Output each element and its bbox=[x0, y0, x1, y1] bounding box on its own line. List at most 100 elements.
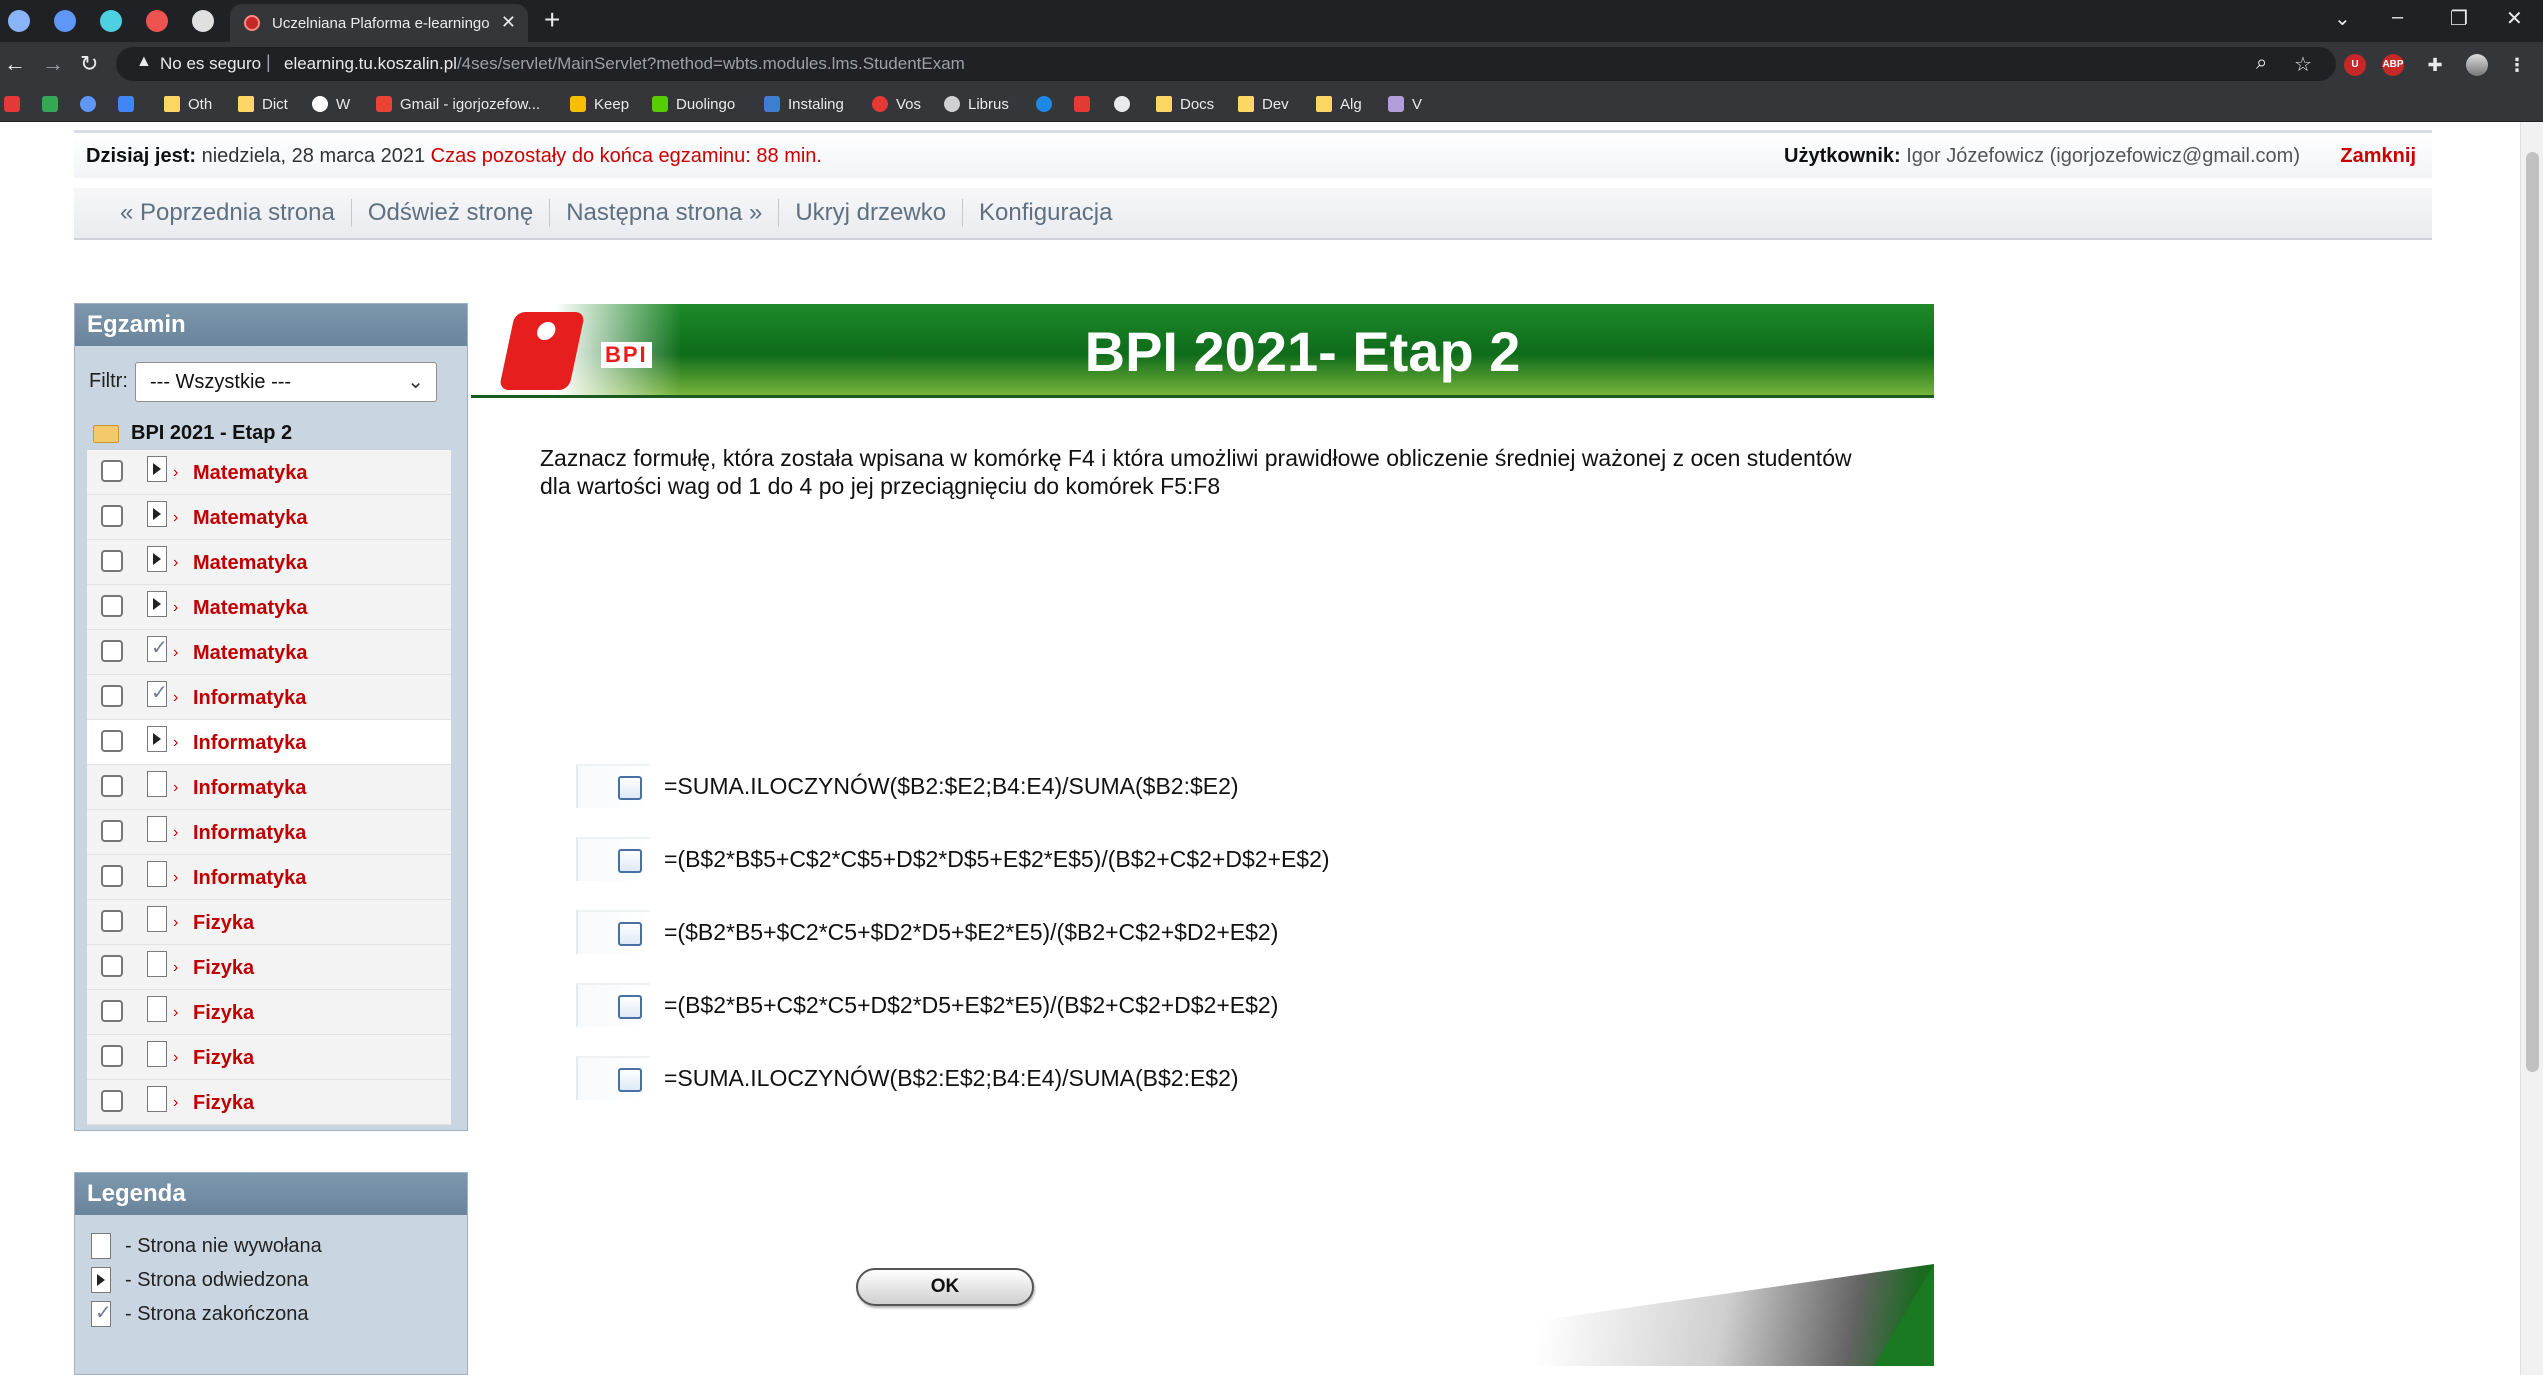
answer-option[interactable]: =(B$2*B$5+C$2*C$5+D$2*D$5+E$2*E$5)/(B$2+… bbox=[576, 837, 1330, 881]
answer-checkbox[interactable] bbox=[618, 1068, 642, 1092]
bookmark-maps[interactable] bbox=[42, 94, 66, 114]
active-tab[interactable]: Uczelniana Plaforma e-learningo ✕ bbox=[230, 4, 528, 42]
page-checkbox[interactable] bbox=[101, 1090, 123, 1112]
new-tab-icon[interactable]: + bbox=[544, 4, 560, 36]
prev-page-link[interactable]: « Poprzednia strona bbox=[104, 199, 352, 227]
page-checkbox[interactable] bbox=[101, 820, 123, 842]
bookmark-keep[interactable]: Keep bbox=[570, 94, 629, 114]
page-checkbox[interactable] bbox=[101, 550, 123, 572]
bookmark-star-icon[interactable]: ☆ bbox=[2294, 52, 2312, 77]
exam-page-label[interactable]: Matematyka bbox=[193, 642, 308, 665]
exam-page-row[interactable]: › Informatyka bbox=[87, 720, 451, 765]
exam-page-label[interactable]: Matematyka bbox=[193, 462, 308, 485]
hide-tree-link[interactable]: Ukryj drzewko bbox=[779, 199, 964, 227]
address-bar[interactable]: ▲ No es seguro | elearning.tu.koszalin.p… bbox=[116, 47, 2336, 81]
bookmark-gmail[interactable]: Gmail - igorjozefow... bbox=[376, 94, 540, 114]
exam-page-row[interactable]: › Informatyka bbox=[87, 855, 451, 900]
bookmark-github[interactable] bbox=[1114, 94, 1138, 114]
exam-page-row[interactable]: › Fizyka bbox=[87, 900, 451, 945]
exam-page-label[interactable]: Matematyka bbox=[193, 507, 308, 530]
pinned-tab-icon[interactable] bbox=[8, 10, 30, 32]
scrollbar-thumb[interactable] bbox=[2526, 152, 2539, 1072]
close-tab-icon[interactable]: ✕ bbox=[501, 12, 516, 33]
exam-page-label[interactable]: Informatyka bbox=[193, 687, 306, 710]
exam-page-row[interactable]: › Matematyka bbox=[87, 630, 451, 675]
answer-option[interactable]: =(B$2*B5+C$2*C5+D$2*D5+E$2*E5)/(B$2+C$2+… bbox=[576, 983, 1278, 1027]
bookmark-star[interactable] bbox=[1074, 94, 1098, 114]
exam-page-label[interactable]: Fizyka bbox=[193, 912, 254, 935]
pinned-tab-icon[interactable] bbox=[100, 10, 122, 32]
page-scrollbar[interactable] bbox=[2520, 122, 2543, 1375]
bookmark-dict[interactable]: Dict bbox=[238, 94, 288, 114]
exam-page-label[interactable]: Fizyka bbox=[193, 1092, 254, 1115]
exam-page-label[interactable]: Informatyka bbox=[193, 732, 306, 755]
bookmark-instaling[interactable]: Instaling bbox=[764, 94, 844, 114]
exam-page-label[interactable]: Informatyka bbox=[193, 777, 306, 800]
close-link[interactable]: Zamknij bbox=[2340, 145, 2416, 168]
answer-option[interactable]: =SUMA.ILOCZYNÓW($B2:$E2;B4:E4)/SUMA($B2:… bbox=[576, 764, 1239, 808]
bookmark-alg[interactable]: Alg bbox=[1316, 94, 1362, 114]
forward-icon[interactable]: → bbox=[42, 51, 64, 77]
next-page-link[interactable]: Następna strona » bbox=[550, 199, 780, 227]
pinned-tab-icon[interactable] bbox=[192, 10, 214, 32]
page-checkbox[interactable] bbox=[101, 1000, 123, 1022]
bookmark-librus[interactable]: Librus bbox=[944, 94, 1009, 114]
bookmark-w[interactable]: W bbox=[312, 94, 350, 114]
bookmark-dev[interactable]: Dev bbox=[1238, 94, 1289, 114]
page-checkbox[interactable] bbox=[101, 460, 123, 482]
url-text[interactable]: elearning.tu.koszalin.pl/4ses/servlet/Ma… bbox=[284, 54, 965, 74]
exam-page-row[interactable]: › Informatyka bbox=[87, 765, 451, 810]
exam-page-row[interactable]: › Matematyka bbox=[87, 540, 451, 585]
answer-option[interactable]: =($B2*B5+$C2*C5+$D2*D5+$E2*E5)/($B2+C$2+… bbox=[576, 910, 1278, 954]
bookmark-blue[interactable] bbox=[1036, 94, 1060, 114]
reload-icon[interactable]: ↻ bbox=[80, 51, 98, 77]
security-label[interactable]: No es seguro bbox=[160, 54, 261, 74]
pinned-tab-icon[interactable] bbox=[146, 10, 168, 32]
minimize-icon[interactable]: – bbox=[2392, 6, 2403, 29]
exam-page-label[interactable]: Informatyka bbox=[193, 822, 306, 845]
page-checkbox[interactable] bbox=[101, 775, 123, 797]
pinned-tab-icon[interactable] bbox=[54, 10, 76, 32]
exam-page-row[interactable]: › Matematyka bbox=[87, 585, 451, 630]
page-checkbox[interactable] bbox=[101, 730, 123, 752]
answer-checkbox[interactable] bbox=[618, 849, 642, 873]
zoom-icon[interactable]: ⌕ bbox=[2256, 52, 2267, 75]
ok-button[interactable]: OK bbox=[856, 1268, 1034, 1306]
bookmark-duolingo[interactable]: Duolingo bbox=[652, 94, 735, 114]
page-checkbox[interactable] bbox=[101, 955, 123, 977]
page-checkbox[interactable] bbox=[101, 865, 123, 887]
page-checkbox[interactable] bbox=[101, 685, 123, 707]
exam-page-label[interactable]: Informatyka bbox=[193, 867, 306, 890]
exam-page-label[interactable]: Fizyka bbox=[193, 957, 254, 980]
exam-page-row[interactable]: › Fizyka bbox=[87, 945, 451, 990]
bookmark-v[interactable]: V bbox=[1388, 94, 1422, 114]
answer-checkbox[interactable] bbox=[618, 776, 642, 800]
exam-page-row[interactable]: › Matematyka bbox=[87, 495, 451, 540]
page-checkbox[interactable] bbox=[101, 505, 123, 527]
bookmark-meet[interactable] bbox=[118, 94, 142, 114]
chrome-menu-icon[interactable]: ⋮ bbox=[2506, 54, 2528, 76]
exam-tree-root[interactable]: BPI 2021 - Etap 2 bbox=[93, 422, 292, 445]
back-icon[interactable]: ← bbox=[4, 51, 26, 77]
page-checkbox[interactable] bbox=[101, 910, 123, 932]
profile-avatar[interactable] bbox=[2466, 54, 2488, 76]
exam-page-label[interactable]: Matematyka bbox=[193, 552, 308, 575]
page-checkbox[interactable] bbox=[101, 1045, 123, 1067]
bookmark-docs[interactable]: Docs bbox=[1156, 94, 1214, 114]
bookmark-check[interactable] bbox=[80, 94, 104, 114]
bookmark-youtube[interactable] bbox=[4, 94, 28, 114]
page-checkbox[interactable] bbox=[101, 640, 123, 662]
exam-page-label[interactable]: Fizyka bbox=[193, 1047, 254, 1070]
bookmark-oth[interactable]: Oth bbox=[164, 94, 212, 114]
warning-icon[interactable]: ▲ bbox=[136, 53, 152, 71]
exam-page-row[interactable]: › Fizyka bbox=[87, 1080, 451, 1125]
exam-page-label[interactable]: Matematyka bbox=[193, 597, 308, 620]
adblock-extension-icon[interactable]: ABP bbox=[2382, 54, 2404, 76]
configuration-link[interactable]: Konfiguracja bbox=[963, 199, 1128, 227]
exam-page-row[interactable]: › Informatyka bbox=[87, 675, 451, 720]
ublock-extension-icon[interactable]: U bbox=[2344, 54, 2366, 76]
exam-page-row[interactable]: › Matematyka bbox=[87, 450, 451, 495]
close-window-icon[interactable]: ✕ bbox=[2506, 6, 2523, 31]
exam-page-row[interactable]: › Informatyka bbox=[87, 810, 451, 855]
refresh-page-link[interactable]: Odśwież stronę bbox=[352, 199, 551, 227]
